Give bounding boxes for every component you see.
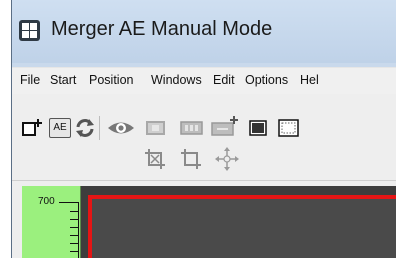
- dotted-square-icon: [278, 119, 299, 137]
- frame-button[interactable]: [142, 115, 170, 141]
- crop-icon: [181, 149, 201, 169]
- selection-frame[interactable]: [88, 195, 396, 258]
- add-film-icon: [211, 116, 238, 136]
- menu-file[interactable]: File: [20, 73, 40, 87]
- refresh-icon: [76, 119, 94, 137]
- title-bar[interactable]: Merger AE Manual Mode: [12, 0, 396, 63]
- ruler-label-700: 700: [38, 196, 55, 207]
- menu-start[interactable]: Start: [50, 73, 76, 87]
- ruler-minor-tick: [70, 243, 79, 244]
- move-button[interactable]: [214, 146, 240, 172]
- work-area: 700: [12, 181, 396, 258]
- dotted-frame-button[interactable]: [274, 115, 302, 141]
- view-button[interactable]: [106, 115, 136, 141]
- solid-frame-button[interactable]: [244, 115, 272, 141]
- filled-square-icon: [249, 120, 267, 136]
- preview-canvas[interactable]: [81, 186, 396, 258]
- ruler-minor-tick: [70, 251, 79, 252]
- vertical-ruler: 700: [22, 186, 81, 258]
- crop-x-icon: [145, 149, 165, 169]
- filmstrip-button[interactable]: [177, 115, 207, 141]
- menu-help[interactable]: Hel: [300, 73, 319, 87]
- menu-edit[interactable]: Edit: [213, 73, 235, 87]
- ae-mode-button[interactable]: AE: [45, 115, 73, 141]
- toolbar-separator: [99, 116, 100, 140]
- menu-options[interactable]: Options: [245, 73, 288, 87]
- ruler-major-tick: [59, 202, 79, 203]
- crop-button[interactable]: [178, 146, 204, 172]
- menu-position[interactable]: Position: [89, 73, 133, 87]
- eye-icon: [108, 122, 134, 134]
- frame-icon: [146, 121, 165, 135]
- ruler-minor-tick: [70, 211, 79, 212]
- new-document-button[interactable]: [19, 116, 43, 140]
- filmstrip-icon: [180, 121, 203, 135]
- app-window: Merger AE Manual Mode File Start Positio…: [11, 0, 396, 258]
- ruler-minor-tick: [70, 227, 79, 228]
- refresh-button[interactable]: [72, 115, 98, 141]
- ruler-minor-tick: [70, 235, 79, 236]
- add-film-button[interactable]: [209, 112, 239, 142]
- app-logo-icon: [19, 20, 40, 41]
- crop-x-button[interactable]: [142, 146, 168, 172]
- window-title: Merger AE Manual Mode: [51, 18, 273, 40]
- toolbar: AE: [12, 94, 396, 182]
- ae-mode-icon: AE: [49, 118, 71, 138]
- menu-bar: File Start Position Windows Edit Options…: [12, 67, 396, 95]
- ae-mode-label: AE: [53, 122, 67, 133]
- new-document-icon: [22, 119, 42, 136]
- move-icon: [215, 147, 239, 171]
- menu-windows[interactable]: Windows: [151, 73, 202, 87]
- ruler-minor-tick: [70, 219, 79, 220]
